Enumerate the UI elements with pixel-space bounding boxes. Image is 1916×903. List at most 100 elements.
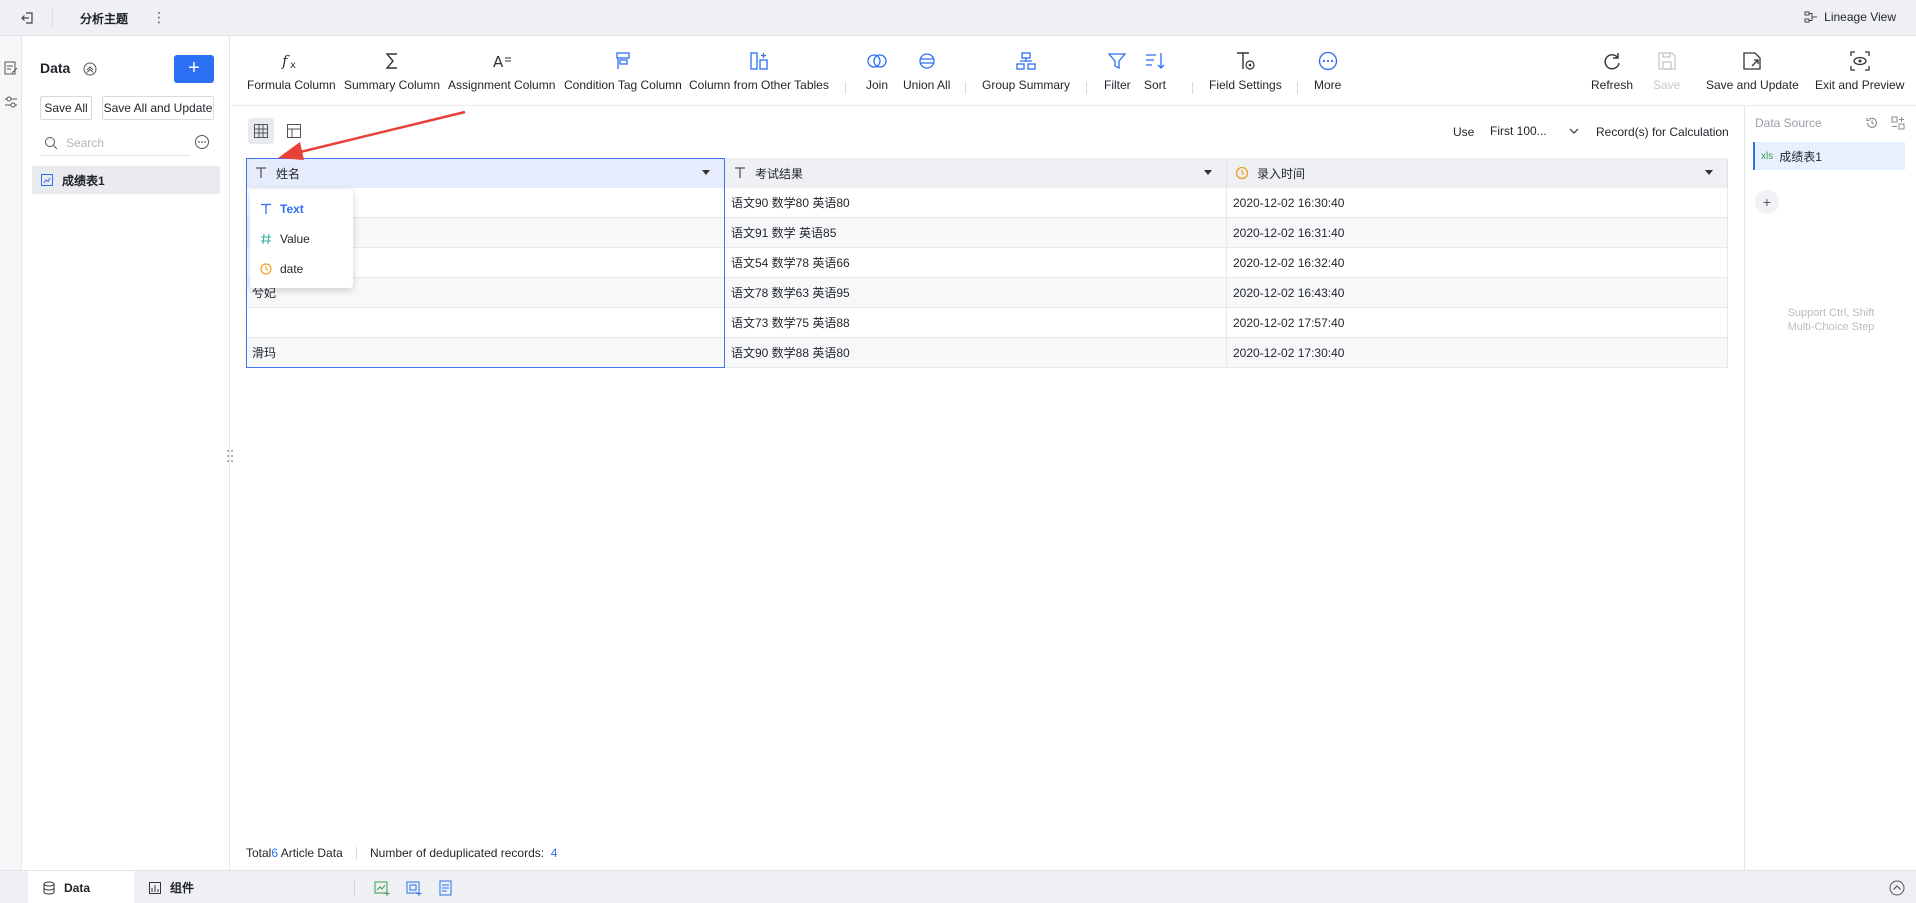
cell-time[interactable]: 2020-12-02 16:32:40 [1227,248,1728,278]
history-icon[interactable] [1865,116,1879,130]
calc-rows-select[interactable]: First 100... [1484,118,1586,144]
tab-component[interactable]: 组件 [134,871,244,903]
cell-time[interactable]: 2020-12-02 17:57:40 [1227,308,1728,338]
save-all-button[interactable]: Save All [40,96,92,120]
column-other-tables-button[interactable]: Column from Other Tables [689,50,829,92]
save-update-label: Save and Update [1706,78,1799,92]
column-header-time[interactable]: 录入时间 [1227,158,1728,188]
cell-time[interactable]: 2020-12-02 16:43:40 [1227,278,1728,308]
exit-preview-label: Exit and Preview [1815,78,1905,92]
caret-down-icon[interactable] [1705,170,1713,175]
page-title: 分析主题 [80,12,129,26]
dedup-records-text: Number of deduplicated records: 4 [370,846,557,860]
data-source-item[interactable]: xls 成绩表1 [1753,142,1905,170]
more-button[interactable]: More [1314,50,1341,92]
text-type-icon[interactable] [733,166,747,180]
panel-resize-handle[interactable] [226,448,234,464]
add-story-icon[interactable] [405,879,423,897]
more-label: More [1314,78,1342,92]
lineage-view-label: Lineage View [1824,10,1896,24]
assignment-column-button[interactable]: A Assignment Column [448,50,555,92]
save-all-update-button[interactable]: Save All and Update [102,96,214,120]
sort-icon [1144,50,1166,72]
cell-result[interactable]: 语文78 数学63 英语95 [725,278,1227,308]
filter-button[interactable]: Filter [1104,50,1131,92]
toolbar-divider [1086,82,1087,94]
text-type-icon[interactable] [254,166,268,180]
union-all-button[interactable]: Union All [903,50,950,92]
layout-switch-icon[interactable] [1891,116,1905,130]
toolbar-divider [965,82,966,94]
tab-data[interactable]: Data [28,871,134,903]
date-type-icon[interactable] [1235,166,1249,180]
records-label: Record(s) for Calculation [1596,125,1729,139]
cell-result[interactable]: 语文54 数学78 英语66 [725,248,1227,278]
sort-button[interactable]: Sort [1144,50,1166,92]
lineage-icon [1804,10,1818,24]
join-button[interactable]: Join [866,50,888,92]
condition-tag-icon [612,50,634,72]
cell-time[interactable]: 2020-12-02 17:30:40 [1227,338,1728,368]
column-header-result[interactable]: 考试结果 [725,158,1227,188]
left-rail [0,36,22,870]
sigma-icon [381,50,403,72]
add-dashboard-icon[interactable] [373,879,391,897]
multi-select-hint: Support Ctrl, Shift Multi-Choice Step [1745,306,1916,334]
type-option-value[interactable]: Value [250,224,353,254]
table-row: 语文90 数学80 英语80 2020-12-02 16:30:40 [246,188,1728,218]
text-type-icon [260,203,272,215]
collapse-up-icon[interactable] [82,61,98,77]
table-row: 语文91 数学 英语85 2020-12-02 16:31:40 [246,218,1728,248]
union-icon [916,50,938,72]
more-circle-icon[interactable] [194,134,210,150]
exit-preview-button[interactable]: Exit and Preview [1815,50,1904,92]
summary-column-button[interactable]: Summary Column [344,50,440,92]
formula-icon: fx [280,50,302,72]
search-input[interactable]: Search [40,130,190,156]
cell-time[interactable]: 2020-12-02 16:30:40 [1227,188,1728,218]
toolbar-divider [1192,82,1193,94]
field-settings-icon [1234,50,1256,72]
collapse-up-icon[interactable] [1888,879,1906,897]
cell-result[interactable]: 语文73 数学75 英语88 [725,308,1227,338]
settings-sliders-icon[interactable] [3,94,19,110]
group-summary-icon [1015,50,1037,72]
back-icon[interactable] [16,8,38,28]
union-all-label: Union All [903,78,951,92]
cell-time[interactable]: 2020-12-02 16:31:40 [1227,218,1728,248]
toolbar-divider [1297,82,1298,94]
save-disk-icon [1656,50,1678,72]
condition-tag-column-button[interactable]: Condition Tag Column [564,50,682,92]
cell-name[interactable] [246,308,725,338]
field-settings-button[interactable]: Field Settings [1209,50,1282,92]
add-report-icon[interactable] [437,879,455,897]
refresh-label: Refresh [1591,78,1634,92]
lineage-view-button[interactable]: Lineage View [1804,10,1896,24]
hint-line-1: Support Ctrl, Shift [1787,307,1875,319]
svg-text:x: x [290,60,296,71]
bottom-tab-bar: Data 组件 [0,870,1916,903]
data-source-panel: Data Source xls 成绩表1 + Support Ctrl, Shi… [1744,106,1916,870]
cell-name[interactable]: 滑玛 [246,338,725,368]
table-chart-icon [40,173,54,187]
cell-result[interactable]: 语文91 数学 英语85 [725,218,1227,248]
refresh-button[interactable]: Refresh [1591,50,1633,92]
formula-column-button[interactable]: fx Formula Column [247,50,336,92]
caret-down-icon[interactable] [702,170,710,175]
sort-label: Sort [1144,78,1167,92]
save-button[interactable]: Save [1653,50,1680,92]
caret-down-icon[interactable] [1204,170,1212,175]
add-step-button[interactable]: + [1755,190,1779,214]
add-data-button[interactable]: + [174,55,214,83]
cell-result[interactable]: 语文90 数学88 英语80 [725,338,1227,368]
type-option-text[interactable]: Text [250,194,353,224]
group-summary-button[interactable]: Group Summary [982,50,1070,92]
type-option-date[interactable]: date [250,254,353,284]
dedup-count: 4 [550,846,558,860]
save-update-button[interactable]: Save and Update [1706,50,1799,92]
more-options-icon[interactable]: ⋮ [152,9,166,25]
chart-component-icon [148,881,162,895]
cell-result[interactable]: 语文90 数学80 英语80 [725,188,1227,218]
data-edit-icon[interactable] [3,60,19,76]
list-item[interactable]: 成绩表1 [32,166,220,194]
